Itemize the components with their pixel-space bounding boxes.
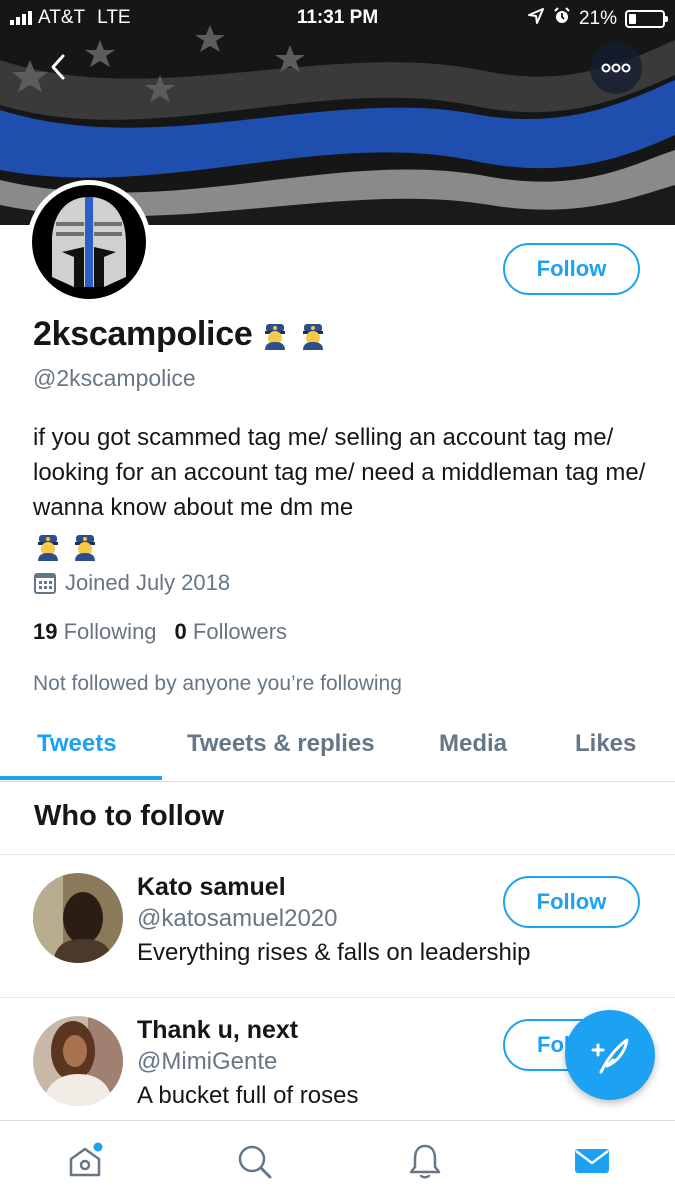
spartan-helmet-icon	[52, 197, 126, 287]
location-icon	[527, 7, 545, 31]
home-icon	[69, 1142, 103, 1177]
suggestion-bio: Everything rises & falls on leadership	[137, 939, 531, 966]
search-icon	[238, 1145, 272, 1179]
followers-label: Followers	[192, 619, 288, 644]
messages-icon	[575, 1149, 609, 1173]
suggestion-name: Thank u, next	[137, 1016, 299, 1044]
followers-stat[interactable]: 0 Followers	[175, 619, 288, 645]
following-label: Following	[63, 619, 157, 644]
bottom-navigation	[0, 1120, 675, 1200]
profile-tabs: Tweets Tweets & replies Media Likes	[0, 712, 675, 782]
nav-messages[interactable]	[570, 1139, 614, 1183]
tab-media[interactable]: Media	[439, 730, 507, 758]
suggestion-avatar[interactable]	[33, 873, 123, 963]
notifications-icon	[409, 1144, 441, 1179]
police-officer-emoji-icon	[74, 534, 95, 561]
nav-search[interactable]	[232, 1139, 276, 1183]
suggestion-avatar[interactable]	[33, 1016, 123, 1106]
not-followed-text: Not followed by anyone you’re following	[33, 672, 402, 695]
suggestion-item[interactable]: Kato samuel @katosamuel2020 Everything r…	[0, 855, 675, 995]
compose-feather-icon	[591, 1038, 629, 1074]
police-officer-emoji-icon	[303, 323, 324, 350]
joined-text: Joined July 2018	[65, 570, 231, 595]
profile-avatar[interactable]	[27, 180, 151, 304]
police-officer-emoji-icon	[265, 323, 286, 350]
profile-bio-text: if you got scammed tag me/ selling an ac…	[33, 424, 646, 521]
suggestion-follow-button[interactable]: Follow	[503, 876, 640, 928]
more-options-button[interactable]	[590, 42, 642, 94]
profile-handle: @2kscampolice	[33, 365, 196, 391]
tab-tweets-replies[interactable]: Tweets & replies	[187, 730, 375, 758]
joined-date: Joined July 2018	[33, 570, 230, 596]
active-tab-indicator	[0, 776, 162, 780]
followers-count: 0	[174, 619, 187, 644]
nav-home[interactable]	[63, 1139, 107, 1183]
suggestion-bio: A bucket full of roses	[137, 1082, 359, 1109]
display-name: 2kscampolice	[33, 315, 328, 354]
battery-percent: 21%	[578, 8, 617, 29]
profile-bio: if you got scammed tag me/ selling an ac…	[33, 420, 653, 562]
calendar-icon	[34, 573, 56, 594]
display-name-text: 2kscampolice	[33, 315, 253, 353]
suggestion-name: Kato samuel	[137, 873, 286, 901]
more-icon	[601, 63, 631, 73]
nav-notifications[interactable]	[403, 1139, 447, 1183]
follow-button[interactable]: Follow	[503, 243, 640, 295]
alarm-icon	[553, 7, 571, 31]
chevron-left-icon	[51, 54, 65, 80]
tab-tweets[interactable]: Tweets	[37, 730, 117, 758]
compose-tweet-button[interactable]	[565, 1010, 655, 1100]
following-count: 19	[33, 619, 58, 644]
who-to-follow-title: Who to follow	[34, 800, 225, 832]
following-stat[interactable]: 19 Following	[33, 619, 157, 645]
suggestion-handle: @katosamuel2020	[137, 905, 338, 932]
battery-icon	[625, 10, 668, 28]
back-button[interactable]	[36, 45, 80, 89]
suggestion-handle: @MimiGente	[137, 1048, 278, 1075]
police-officer-emoji-icon	[38, 534, 58, 561]
tab-likes[interactable]: Likes	[575, 730, 636, 758]
follow-stats: 19 Following 0 Followers	[33, 619, 287, 645]
status-bar: AT&T LTE 11:31 PM 21%	[0, 0, 675, 36]
